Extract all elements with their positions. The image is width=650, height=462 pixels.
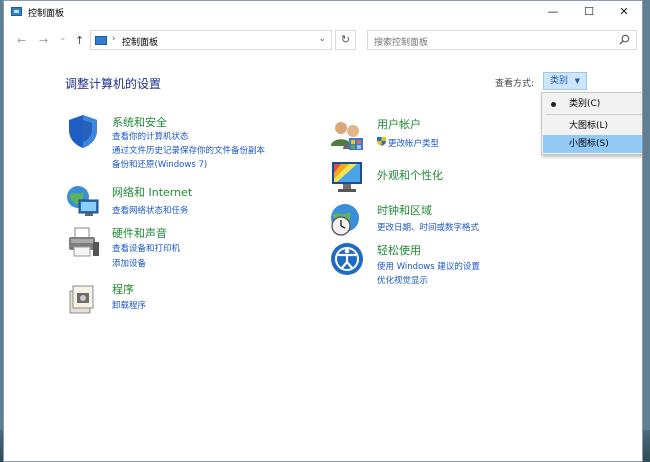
network-globe-icon[interactable] bbox=[65, 183, 101, 219]
view-by-dropdown[interactable]: 类别 ▼ bbox=[543, 72, 587, 90]
recent-locations-button[interactable]: ⌄ bbox=[59, 33, 67, 43]
category-title[interactable]: 时钟和区域 bbox=[377, 202, 432, 218]
category-appearance-personalization: 外观和个性化 bbox=[329, 159, 589, 195]
menu-item-category[interactable]: 类别(C) bbox=[543, 95, 642, 113]
uac-shield-icon bbox=[377, 137, 386, 146]
printer-icon[interactable] bbox=[65, 225, 101, 261]
category-link[interactable]: 更改帐户类型 bbox=[388, 137, 439, 149]
category-link[interactable]: 优化视觉显示 bbox=[377, 274, 428, 286]
category-hardware-sound: 硬件和声音 查看设备和打印机 添加设备 bbox=[65, 225, 325, 273]
address-dropdown-icon[interactable]: ⌄ bbox=[318, 34, 326, 44]
category-link[interactable]: 查看网络状态和任务 bbox=[112, 204, 189, 216]
ease-of-access-icon[interactable] bbox=[329, 241, 365, 277]
category-link[interactable]: 通过文件历史记录保存你的文件备份副本 bbox=[112, 144, 265, 156]
shield-icon[interactable] bbox=[65, 113, 101, 149]
menu-item-label: 小图标(S) bbox=[569, 139, 609, 149]
category-link[interactable]: 查看你的计算机状态 bbox=[112, 130, 189, 142]
menu-item-label: 大图标(L) bbox=[569, 121, 609, 131]
radio-bullet-icon bbox=[551, 102, 556, 107]
clock-globe-icon[interactable] bbox=[329, 201, 365, 237]
up-button[interactable]: ↑ bbox=[75, 34, 84, 47]
category-clock-region: 时钟和区域 更改日期、时间或数字格式 bbox=[329, 201, 589, 237]
page-title: 调整计算机的设置 bbox=[65, 77, 162, 91]
category-title[interactable]: 网络和 Internet bbox=[112, 184, 192, 200]
minimize-button[interactable]: — bbox=[536, 1, 570, 23]
category-link[interactable]: 使用 Windows 建议的设置 bbox=[377, 260, 480, 272]
refresh-button[interactable]: ↻ bbox=[335, 30, 356, 50]
control-panel-icon bbox=[95, 36, 107, 45]
address-bar[interactable]: › 控制面板 ⌄ bbox=[90, 30, 332, 50]
menu-item-large-icons[interactable]: 大图标(L) bbox=[543, 117, 642, 135]
menu-item-small-icons[interactable]: 小图标(S) bbox=[543, 135, 642, 153]
category-link[interactable]: 查看设备和打印机 bbox=[112, 242, 180, 254]
monitor-personalization-icon[interactable] bbox=[329, 159, 365, 195]
category-system-security: 系统和安全 查看你的计算机状态 通过文件历史记录保存你的文件备份副本 备份和还原… bbox=[65, 113, 325, 173]
navigation-bar: ← → ⌄ ↑ › 控制面板 ⌄ ↻ 搜索控制面板 bbox=[4, 28, 642, 54]
category-network-internet: 网络和 Internet 查看网络状态和任务 bbox=[65, 183, 325, 219]
back-button[interactable]: ← bbox=[17, 34, 26, 47]
breadcrumb-control-panel[interactable]: 控制面板 bbox=[122, 35, 158, 48]
category-title[interactable]: 轻松使用 bbox=[377, 242, 421, 258]
title-bar[interactable]: 控制面板 — ☐ ✕ bbox=[4, 1, 642, 23]
view-by-value: 类别 bbox=[550, 76, 569, 86]
refresh-icon: ↻ bbox=[340, 33, 351, 46]
category-ease-of-access: 轻松使用 使用 Windows 建议的设置 优化视觉显示 bbox=[329, 241, 589, 289]
control-panel-window: 控制面板 — ☐ ✕ ← → ⌄ ↑ › 控制面板 ⌄ ↻ 搜索控制面板 调整计… bbox=[3, 0, 643, 462]
view-by-menu: 类别(C) 大图标(L) 小图标(S) bbox=[541, 92, 642, 155]
category-title[interactable]: 硬件和声音 bbox=[112, 225, 167, 241]
category-title[interactable]: 系统和安全 bbox=[112, 114, 167, 130]
category-title[interactable]: 外观和个性化 bbox=[377, 167, 443, 183]
category-programs: 程序 卸载程序 bbox=[65, 281, 325, 317]
control-panel-icon bbox=[11, 7, 22, 16]
menu-item-label: 类别(C) bbox=[569, 99, 601, 109]
forward-button[interactable]: → bbox=[39, 34, 48, 47]
category-title[interactable]: 用户帐户 bbox=[377, 116, 421, 132]
programs-icon[interactable] bbox=[65, 281, 101, 317]
category-link[interactable]: 备份和还原(Windows 7) bbox=[112, 158, 207, 170]
maximize-button[interactable]: ☐ bbox=[572, 1, 606, 23]
search-icon[interactable] bbox=[619, 34, 630, 45]
search-placeholder: 搜索控制面板 bbox=[374, 38, 429, 48]
breadcrumb-separator-icon[interactable]: › bbox=[112, 34, 116, 44]
category-title[interactable]: 程序 bbox=[112, 281, 134, 297]
window-title: 控制面板 bbox=[28, 9, 65, 19]
category-link[interactable]: 卸载程序 bbox=[112, 299, 146, 311]
close-button[interactable]: ✕ bbox=[607, 1, 641, 23]
category-link[interactable]: 更改日期、时间或数字格式 bbox=[377, 221, 479, 233]
menu-separator bbox=[546, 114, 642, 115]
chevron-down-icon: ▼ bbox=[574, 77, 580, 85]
users-icon[interactable] bbox=[329, 116, 365, 152]
category-link[interactable]: 添加设备 bbox=[112, 257, 146, 269]
search-input[interactable]: 搜索控制面板 bbox=[367, 30, 637, 50]
view-by-label: 查看方式: bbox=[495, 79, 535, 89]
